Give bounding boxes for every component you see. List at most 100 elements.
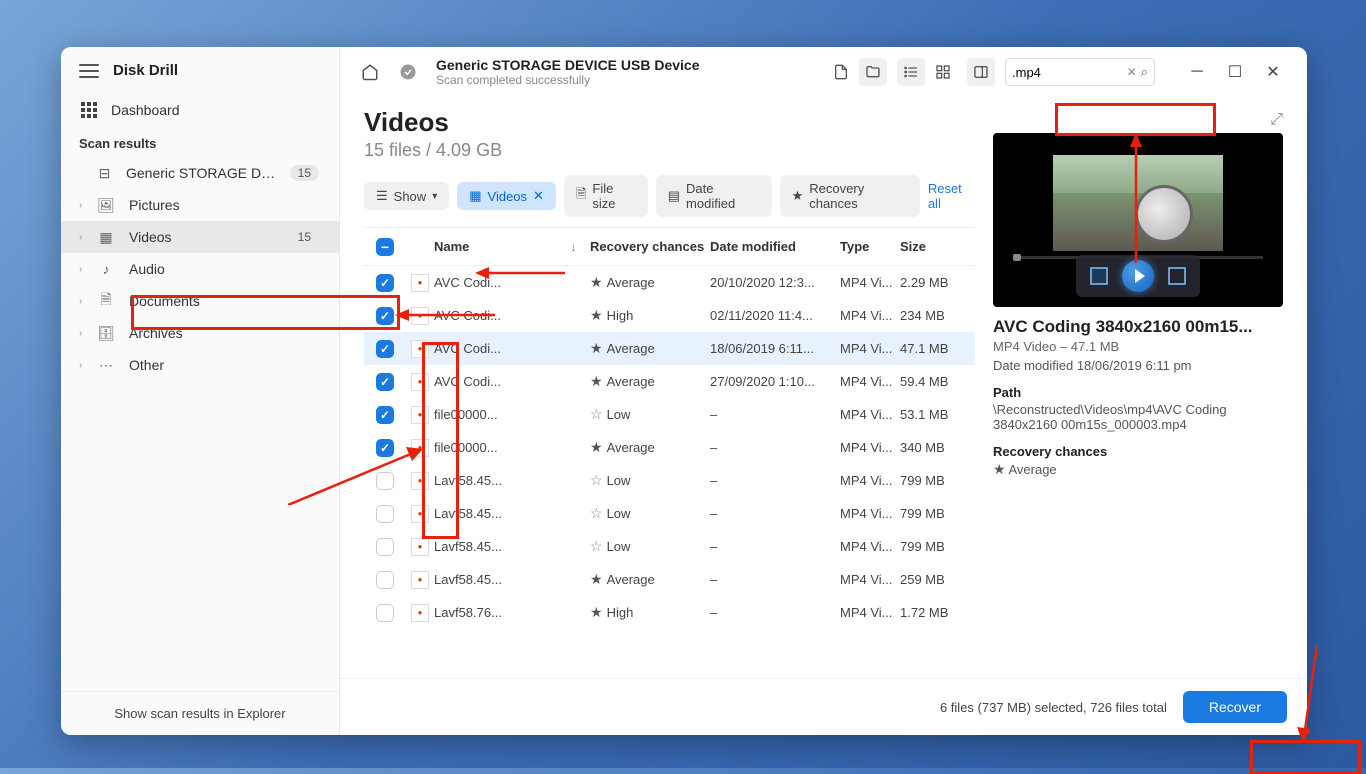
table-row[interactable]: Lavf58.45... ☆Low – MP4 Vi... 799 MB: [364, 464, 975, 497]
home-icon[interactable]: [356, 58, 384, 86]
row-checkbox[interactable]: [376, 406, 394, 424]
table-row[interactable]: Lavf58.45... ★Average – MP4 Vi... 259 MB: [364, 563, 975, 596]
sidebar-item-other[interactable]: ›⋯Other: [61, 349, 339, 381]
sidebar-item-videos[interactable]: ›▦Videos15: [61, 221, 339, 253]
table-row[interactable]: file00000... ★Average – MP4 Vi... 340 MB: [364, 431, 975, 464]
device-title: Generic STORAGE DEVICE USB Device: [436, 57, 700, 73]
file-type: MP4 Vi...: [840, 440, 900, 455]
popout-icon[interactable]: ⤢: [1270, 111, 1283, 129]
date-modified: –: [710, 605, 840, 620]
device-badge: 15: [290, 165, 319, 181]
close-chip-icon[interactable]: ✕: [533, 188, 544, 204]
sidebar-dashboard[interactable]: Dashboard: [61, 94, 339, 126]
search-box[interactable]: ✕ ⌕: [1005, 58, 1155, 86]
row-checkbox[interactable]: [376, 340, 394, 358]
row-checkbox[interactable]: [376, 307, 394, 325]
row-checkbox[interactable]: [376, 538, 394, 556]
stop-button[interactable]: [1090, 267, 1108, 285]
col-name[interactable]: Name: [434, 239, 570, 254]
play-button[interactable]: [1122, 260, 1154, 292]
table-header: Name ↓ Recovery chances Date modified Ty…: [364, 228, 975, 266]
sort-icon[interactable]: ↓: [570, 239, 590, 254]
row-checkbox[interactable]: [376, 604, 394, 622]
maximize-button[interactable]: ☐: [1217, 58, 1253, 86]
file-table: Name ↓ Recovery chances Date modified Ty…: [364, 227, 975, 629]
hamburger-icon[interactable]: [79, 64, 99, 78]
search-input[interactable]: [1012, 65, 1123, 80]
recovery-chance: Average: [607, 572, 655, 587]
table-row[interactable]: Lavf58.76... ★High – MP4 Vi... 1.72 MB: [364, 596, 975, 629]
preview-date: Date modified 18/06/2019 6:11 pm: [993, 358, 1283, 373]
fullscreen-button[interactable]: [1168, 267, 1186, 285]
category-icon: ⋯: [97, 358, 115, 372]
recovery-chance: High: [607, 605, 634, 620]
file-size: 259 MB: [900, 572, 975, 587]
show-dropdown[interactable]: ☰Show▾: [364, 182, 449, 210]
search-icon[interactable]: ⌕: [1141, 64, 1148, 80]
col-date[interactable]: Date modified: [710, 239, 840, 254]
file-size: 59.4 MB: [900, 374, 975, 389]
category-icon: 🖼: [97, 198, 115, 212]
row-checkbox[interactable]: [376, 571, 394, 589]
col-recovery[interactable]: Recovery chances: [590, 239, 710, 254]
file-size: 799 MB: [900, 473, 975, 488]
star-icon: ☆: [590, 406, 603, 423]
table-row[interactable]: AVC Codi... ★Average 27/09/2020 1:10... …: [364, 365, 975, 398]
recover-button[interactable]: Recover: [1183, 691, 1287, 723]
calendar-icon: ▤: [668, 188, 680, 204]
file-type-icon: [411, 604, 429, 622]
row-checkbox[interactable]: [376, 505, 394, 523]
sidebar-device[interactable]: ⊟ Generic STORAGE DEVIC... 15: [61, 157, 339, 189]
date-modified: –: [710, 572, 840, 587]
date-modified: 18/06/2019 6:11...: [710, 341, 840, 356]
folder-icon[interactable]: [859, 58, 887, 86]
date-filter[interactable]: ▤Date modified: [656, 175, 772, 217]
table-row[interactable]: AVC Codi... ★Average 18/06/2019 6:11... …: [364, 332, 975, 365]
reset-all-link[interactable]: Reset all: [928, 181, 975, 211]
table-row[interactable]: file00000... ☆Low – MP4 Vi... 53.1 MB: [364, 398, 975, 431]
recovery-filter[interactable]: ★Recovery chances: [780, 175, 920, 217]
file-icon[interactable]: [827, 58, 855, 86]
row-checkbox[interactable]: [376, 274, 394, 292]
table-row[interactable]: Lavf58.45... ☆Low – MP4 Vi... 799 MB: [364, 530, 975, 563]
sidebar-item-archives[interactable]: ›🗄Archives: [61, 317, 339, 349]
file-size: 1.72 MB: [900, 605, 975, 620]
clear-search-icon[interactable]: ✕: [1127, 65, 1137, 79]
show-in-explorer[interactable]: Show scan results in Explorer: [61, 691, 339, 735]
category-icon: ▦: [97, 230, 115, 244]
star-icon: ★: [590, 373, 603, 390]
chevron-right-icon: ›: [79, 296, 82, 307]
chevron-right-icon: ›: [79, 328, 82, 339]
filter-bar: ☰Show▾ ▦Videos✕ 🗎File size ▤Date modifie…: [364, 175, 975, 217]
minimize-button[interactable]: ─: [1179, 58, 1215, 86]
row-checkbox[interactable]: [376, 373, 394, 391]
recovery-chance: Average: [607, 275, 655, 290]
file-type-icon: [411, 571, 429, 589]
star-icon: ★: [792, 188, 804, 204]
sidebar-item-audio[interactable]: ›♪Audio: [61, 253, 339, 285]
grid-icon: [81, 102, 97, 118]
table-row[interactable]: AVC Codi... ★Average 20/10/2020 12:3... …: [364, 266, 975, 299]
file-type: MP4 Vi...: [840, 308, 900, 323]
file-type-icon: [411, 505, 429, 523]
date-modified: –: [710, 506, 840, 521]
select-all-checkbox[interactable]: [376, 238, 394, 256]
close-button[interactable]: ✕: [1255, 58, 1291, 86]
table-row[interactable]: Lavf58.45... ☆Low – MP4 Vi... 799 MB: [364, 497, 975, 530]
col-type[interactable]: Type: [840, 239, 900, 254]
grid-view-icon[interactable]: [929, 58, 957, 86]
videos-filter-chip[interactable]: ▦Videos✕: [457, 182, 556, 210]
star-icon: ★: [590, 604, 603, 621]
category-icon: 🗄: [97, 326, 115, 340]
date-modified: 02/11/2020 11:4...: [710, 308, 840, 323]
list-view-icon[interactable]: [897, 58, 925, 86]
category-icon: ♪: [97, 262, 115, 276]
sidebar-item-documents[interactable]: ›🗎Documents: [61, 285, 339, 317]
file-type: MP4 Vi...: [840, 506, 900, 521]
recovery-value: ★ Average: [993, 461, 1283, 478]
filesize-filter[interactable]: 🗎File size: [564, 175, 648, 217]
split-view-icon[interactable]: [967, 58, 995, 86]
col-size[interactable]: Size: [900, 239, 975, 254]
sidebar-item-pictures[interactable]: ›🖼Pictures: [61, 189, 339, 221]
sidebar-item-label: Videos: [129, 229, 172, 245]
